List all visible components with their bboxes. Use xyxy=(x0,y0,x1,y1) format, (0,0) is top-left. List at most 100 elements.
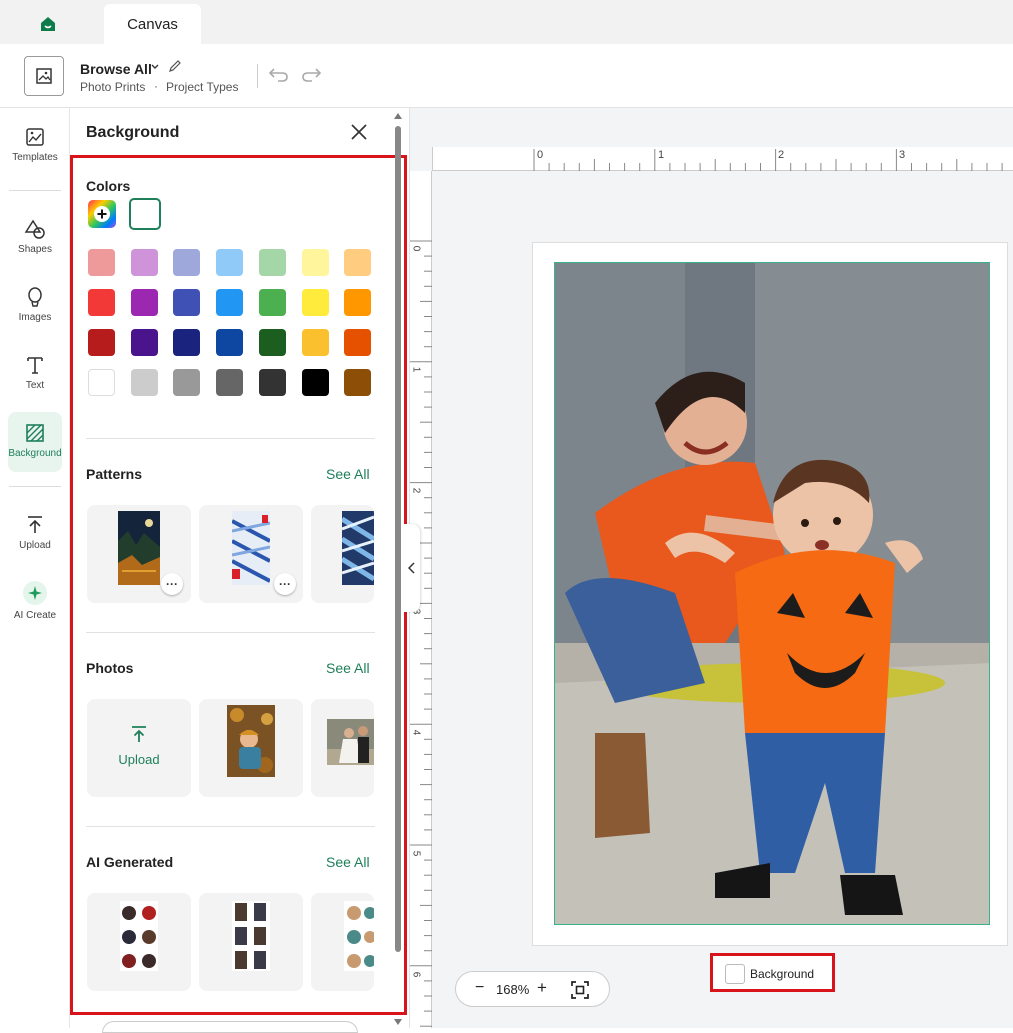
undo-icon[interactable] xyxy=(268,64,290,89)
pattern-thumbnail xyxy=(118,511,160,585)
image-icon xyxy=(36,68,52,84)
pattern-thumbnail xyxy=(342,511,374,585)
color-swatch[interactable] xyxy=(173,329,201,356)
rail-label: Background xyxy=(8,448,62,459)
zoom-in-button[interactable]: + xyxy=(537,978,547,998)
color-swatch[interactable] xyxy=(258,329,286,356)
upload-icon xyxy=(28,516,42,533)
color-swatch[interactable] xyxy=(130,289,158,316)
patterns-see-all-link[interactable]: See All xyxy=(326,466,370,482)
canvas-photo[interactable] xyxy=(554,262,990,925)
ai-generated-card[interactable] xyxy=(199,893,303,991)
color-swatch[interactable] xyxy=(301,289,329,316)
section-divider xyxy=(86,632,375,633)
color-swatch[interactable] xyxy=(88,289,115,316)
photo-card[interactable] xyxy=(199,699,303,797)
ai-generated-thumbnail xyxy=(232,901,270,971)
custom-color-button[interactable] xyxy=(88,200,116,228)
ai-generated-title: AI Generated xyxy=(86,854,174,870)
home-icon[interactable] xyxy=(36,12,60,36)
background-color-swatch xyxy=(725,964,745,984)
color-swatch[interactable] xyxy=(344,249,372,276)
pattern-card[interactable]: ··· xyxy=(87,505,191,603)
rail-label: AI Create xyxy=(13,610,57,621)
top-ruler: 0 1 2 3 xyxy=(432,147,1013,171)
scroll-down-icon[interactable] xyxy=(394,1018,402,1026)
color-swatch[interactable] xyxy=(258,249,286,276)
pattern-thumbnail xyxy=(232,511,270,585)
rail-item-images[interactable]: Images xyxy=(0,286,70,323)
selected-white-swatch[interactable] xyxy=(129,198,161,230)
ai-generated-thumbnail xyxy=(344,901,374,971)
color-swatch[interactable] xyxy=(301,369,329,396)
more-options-icon[interactable]: ··· xyxy=(161,573,183,595)
collapse-panel-button[interactable] xyxy=(404,524,420,612)
ruler-label: 4 xyxy=(410,729,422,736)
breadcrumb-project-types[interactable]: Project Types xyxy=(166,80,238,94)
upload-photo-card[interactable]: Upload xyxy=(87,699,191,797)
ai-generated-card[interactable] xyxy=(87,893,191,991)
top-ruler-ticks xyxy=(533,149,1003,171)
ruler-label: 1 xyxy=(658,149,665,161)
color-swatch[interactable] xyxy=(301,249,329,276)
photo-card[interactable] xyxy=(311,699,374,797)
redo-icon[interactable] xyxy=(300,64,322,89)
color-swatch[interactable] xyxy=(173,369,201,396)
color-swatch[interactable] xyxy=(88,369,115,396)
pattern-card[interactable]: ··· xyxy=(199,505,303,603)
color-swatch[interactable] xyxy=(344,329,372,356)
color-swatch[interactable] xyxy=(88,249,115,276)
rail-item-upload[interactable]: Upload xyxy=(0,514,70,551)
color-swatch[interactable] xyxy=(216,289,244,316)
rail-item-shapes[interactable]: Shapes xyxy=(0,218,70,255)
color-swatch[interactable] xyxy=(216,369,244,396)
ruler-corner xyxy=(410,147,432,171)
color-swatch[interactable] xyxy=(130,329,158,356)
color-swatch[interactable] xyxy=(88,329,115,356)
tab-canvas[interactable]: Canvas xyxy=(104,4,201,44)
color-swatch[interactable] xyxy=(258,289,286,316)
tool-rail: Templates Shapes Images Text Background … xyxy=(0,108,70,1028)
zoom-out-button[interactable]: − xyxy=(475,979,484,997)
zoom-control: − 168% + xyxy=(455,971,610,1007)
color-swatch[interactable] xyxy=(130,249,158,276)
color-swatch[interactable] xyxy=(216,249,244,276)
color-swatch[interactable] xyxy=(258,369,286,396)
panel-scrollbar-thumb[interactable] xyxy=(395,126,401,952)
panel-bottom-handle[interactable] xyxy=(102,1021,358,1033)
browse-all-dropdown[interactable]: Browse All xyxy=(80,61,152,77)
pattern-card[interactable] xyxy=(311,505,374,603)
ruler-label: 2 xyxy=(778,149,785,161)
color-swatch[interactable] xyxy=(216,329,244,356)
ai-create-icon xyxy=(23,581,47,605)
rail-item-text[interactable]: Text xyxy=(0,354,70,391)
patterns-title: Patterns xyxy=(86,466,143,482)
colors-title: Colors xyxy=(86,178,131,194)
background-layer-chip[interactable]: Background xyxy=(710,953,835,992)
color-swatch[interactable] xyxy=(173,289,201,316)
tab-bar: Canvas xyxy=(0,0,1013,44)
scroll-up-icon[interactable] xyxy=(394,112,402,120)
ai-generated-card[interactable] xyxy=(311,893,374,991)
fit-to-screen-icon[interactable] xyxy=(570,980,590,1005)
chevron-down-icon[interactable] xyxy=(150,61,160,75)
project-thumbnail-button[interactable] xyxy=(24,56,64,96)
rail-label: Shapes xyxy=(18,244,52,255)
color-swatch[interactable] xyxy=(301,329,329,356)
rail-item-background[interactable]: Background xyxy=(0,422,70,459)
photos-see-all-link[interactable]: See All xyxy=(326,660,370,676)
rail-item-ai-create[interactable]: AI Create xyxy=(0,580,70,621)
ai-generated-thumbnail xyxy=(120,901,158,971)
pencil-icon[interactable] xyxy=(168,59,182,78)
more-options-icon[interactable]: ··· xyxy=(274,573,296,595)
templates-icon xyxy=(26,128,44,146)
color-swatch[interactable] xyxy=(344,289,372,316)
close-icon[interactable] xyxy=(350,123,368,141)
ai-generated-see-all-link[interactable]: See All xyxy=(326,854,370,870)
color-swatch[interactable] xyxy=(130,369,158,396)
rail-item-templates[interactable]: Templates xyxy=(0,126,70,163)
breadcrumb-photo-prints[interactable]: Photo Prints xyxy=(80,80,145,94)
color-swatch[interactable] xyxy=(173,249,201,276)
photo-image xyxy=(555,263,989,924)
color-swatch[interactable] xyxy=(344,369,372,396)
